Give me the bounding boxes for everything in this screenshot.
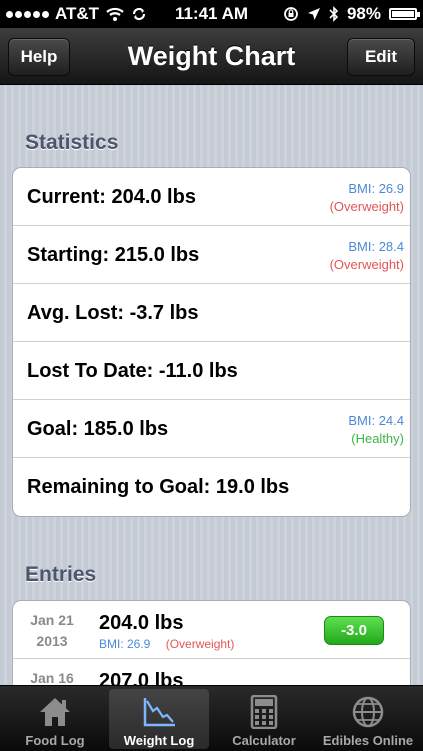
entry-year: 2013: [36, 633, 68, 649]
tab-bar: Food Log Weight Log Calculator Edibles O…: [0, 685, 423, 751]
battery-icon: [389, 8, 420, 20]
stat-row-starting[interactable]: Starting: 215.0 lbs BMI: 28.4 (Overweigh…: [13, 226, 410, 284]
entry-row[interactable]: Jan 16 207.0 lbs: [13, 659, 410, 685]
chart-icon: [143, 698, 175, 727]
bluetooth-icon: [329, 6, 339, 22]
stat-row-remaining[interactable]: Remaining to Goal: 19.0 lbs: [13, 458, 410, 516]
bmi-category: (Overweight): [329, 257, 404, 272]
stat-row-goal[interactable]: Goal: 185.0 lbs BMI: 24.4 (Healthy): [13, 400, 410, 458]
weight-change-badge: -3.0: [324, 616, 384, 645]
stat-label: Starting: 215.0 lbs: [27, 244, 200, 266]
stat-row-lost-to-date[interactable]: Lost To Date: -11.0 lbs: [13, 342, 410, 400]
stat-label: Goal: 185.0 lbs: [27, 418, 169, 440]
entry-month-day: Jan 21: [30, 612, 74, 628]
tab-label: Food Log: [25, 733, 85, 748]
bmi-category: (Healthy): [351, 431, 404, 446]
entry-month-day: Jan 16: [30, 670, 74, 685]
bmi-info: BMI: 24.4 (Healthy): [348, 412, 404, 448]
entry-row[interactable]: Jan 21 2013 204.0 lbs BMI: 26.9 (Overwei…: [13, 601, 410, 659]
stat-label: Current: 204.0 lbs: [27, 186, 196, 208]
stat-row-current[interactable]: Current: 204.0 lbs BMI: 26.9 (Overweight…: [13, 168, 410, 226]
house-icon: [40, 698, 70, 726]
stat-row-avg-lost[interactable]: Avg. Lost: -3.7 lbs: [13, 284, 410, 342]
globe-icon: [352, 696, 384, 728]
stat-label: Avg. Lost: -3.7 lbs: [27, 302, 199, 324]
tab-weight-log[interactable]: Weight Log: [109, 689, 209, 749]
entry-weight: 207.0 lbs: [99, 670, 184, 685]
tab-label: Calculator: [232, 733, 296, 748]
bmi-value: BMI: 28.4: [348, 239, 404, 254]
stat-label: Remaining to Goal: 19.0 lbs: [27, 476, 290, 498]
edit-button[interactable]: Edit: [347, 38, 415, 76]
bmi-category: (Overweight): [165, 637, 235, 651]
entry-weight: 204.0 lbs: [99, 612, 184, 634]
calculator-icon: [250, 695, 278, 729]
tab-label: Edibles Online: [322, 733, 414, 748]
navigation-bar: Help Weight Chart Edit: [0, 28, 423, 85]
tab-food-log[interactable]: Food Log: [5, 689, 105, 749]
stat-label: Lost To Date: -11.0 lbs: [27, 360, 238, 382]
entry-date: Jan 16: [27, 668, 77, 685]
bmi-value: BMI: 24.4: [348, 413, 404, 428]
rotation-lock-icon: [284, 7, 298, 21]
status-indicators: 98%: [283, 4, 420, 24]
tab-calculator[interactable]: Calculator: [214, 689, 314, 749]
scroll-content[interactable]: Statistics Current: 204.0 lbs BMI: 26.9 …: [0, 85, 423, 685]
statistics-group: Current: 204.0 lbs BMI: 26.9 (Overweight…: [12, 167, 411, 517]
entry-date: Jan 21 2013: [27, 610, 77, 652]
location-icon: [307, 8, 320, 20]
statistics-header: Statistics: [25, 131, 119, 154]
tab-label: Weight Log: [123, 733, 195, 748]
bmi-category: (Overweight): [329, 199, 404, 214]
entries-group: Jan 21 2013 204.0 lbs BMI: 26.9 (Overwei…: [12, 600, 411, 685]
bmi-info: BMI: 28.4 (Overweight): [330, 238, 404, 274]
bmi-value: BMI: 26.9: [348, 181, 404, 196]
bmi-value: BMI: 26.9: [99, 637, 151, 651]
entries-header: Entries: [25, 563, 97, 586]
status-bar: AT&T 11:41 AM 98%: [0, 0, 423, 28]
bmi-info: BMI: 26.9 (Overweight): [330, 180, 404, 216]
tab-edibles-online[interactable]: Edibles Online: [318, 689, 418, 749]
entry-bmi: BMI: 26.9 (Overweight): [99, 637, 234, 651]
battery-percent: 98%: [346, 4, 381, 23]
